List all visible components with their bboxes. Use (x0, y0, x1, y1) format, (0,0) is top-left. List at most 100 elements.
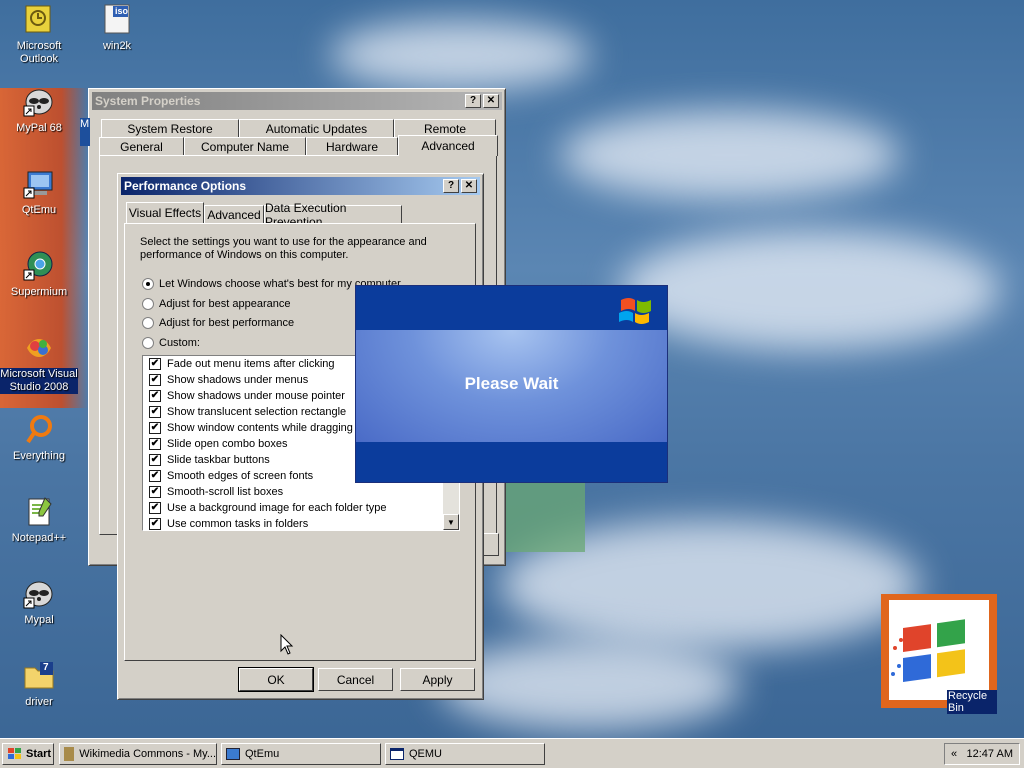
checkbox-checked-icon[interactable]: ✔ (149, 486, 161, 498)
computer-shortcut-icon (23, 168, 55, 200)
window-title: System Properties (95, 94, 201, 108)
checkbox-checked-icon[interactable]: ✔ (149, 502, 161, 514)
tab-hardware[interactable]: Hardware (306, 137, 398, 156)
close-button[interactable]: ✕ (483, 94, 499, 108)
checkbox-checked-icon[interactable]: ✔ (149, 454, 161, 466)
tab-system-restore[interactable]: System Restore (101, 119, 239, 138)
folder-icon: 7 (23, 660, 55, 692)
desktop-icon-mypal[interactable]: Mypal (0, 578, 78, 627)
effect-label: Smooth edges of screen fonts (167, 470, 314, 482)
cancel-button[interactable]: Cancel (318, 668, 393, 691)
desktop-icon-label: win2k (102, 40, 132, 52)
desktop-icon-label: QtEmu (21, 204, 57, 216)
desktop-icon-driver[interactable]: 7 driver (0, 660, 78, 709)
desktop-icon-outlook[interactable]: Microsoft Outlook (0, 4, 78, 66)
checkbox-checked-icon[interactable]: ✔ (149, 358, 161, 370)
raccoon-shortcut-icon (23, 578, 55, 610)
system-properties-titlebar[interactable]: System Properties ? ✕ (92, 92, 502, 110)
effect-label: Show shadows under mouse pointer (167, 390, 345, 402)
effect-label: Slide taskbar buttons (167, 454, 270, 466)
visual-studio-icon (23, 332, 55, 364)
effect-label: Use a background image for each folder t… (167, 502, 387, 514)
cloud (560, 110, 900, 200)
desktop-icon-label: Microsoft Visual Studio 2008 (0, 368, 78, 394)
taskbar-item-wikimedia[interactable]: Wikimedia Commons - My... (59, 743, 217, 765)
performance-options-titlebar[interactable]: Performance Options ? ✕ (121, 177, 480, 195)
windows-flag-icon (889, 600, 989, 700)
clock[interactable]: 12:47 AM (967, 748, 1013, 760)
tab-data-execution-prevention[interactable]: Data Execution Prevention (264, 201, 402, 229)
radio-indicator (142, 298, 154, 310)
recycle-bin-tile[interactable]: Recycle Bin (881, 594, 997, 714)
tab-visual-effects[interactable]: Visual Effects (126, 202, 204, 223)
desktop-icon-everything[interactable]: Everything (0, 414, 78, 463)
desktop-icon-label: driver (25, 696, 53, 708)
radio-indicator (142, 337, 154, 349)
effect-label: Show shadows under menus (167, 374, 309, 386)
effect-label: Use common tasks in folders (167, 518, 309, 530)
tab-advanced[interactable]: Advanced (204, 205, 264, 224)
close-button[interactable]: ✕ (461, 179, 477, 193)
desktop-icon-notepadpp[interactable]: Notepad++ (0, 496, 78, 545)
checkbox-checked-icon[interactable]: ✔ (149, 438, 161, 450)
checkbox-checked-icon[interactable]: ✔ (149, 422, 161, 434)
desktop-icon-label: Supermium (10, 286, 68, 298)
effect-label: Smooth-scroll list boxes (167, 486, 284, 498)
start-button[interactable]: Start (2, 743, 54, 765)
effect-label: Fade out menu items after clicking (167, 358, 335, 370)
tab-general[interactable]: General (99, 137, 184, 156)
tab-computer-name[interactable]: Computer Name (184, 137, 306, 156)
scroll-down-button[interactable]: ▼ (443, 514, 459, 530)
desktop-icon-supermium[interactable]: Supermium (0, 250, 78, 299)
checkbox-checked-icon[interactable]: ✔ (149, 470, 161, 482)
folder-badge: 7 (43, 662, 49, 673)
effect-label: Show window contents while dragging (167, 422, 353, 434)
tab-automatic-updates[interactable]: Automatic Updates (239, 119, 394, 138)
taskbar-item-qemu[interactable]: QEMU (385, 743, 545, 765)
desktop-icon-qtemu[interactable]: QtEmu (0, 168, 78, 217)
checkbox-checked-icon[interactable]: ✔ (149, 390, 161, 402)
help-button[interactable]: ? (465, 94, 481, 108)
tab-advanced[interactable]: Advanced (398, 135, 498, 156)
iso-file-icon: iso (101, 4, 133, 36)
radio-label: Adjust for best appearance (159, 298, 291, 310)
hidden-letter: M (80, 118, 90, 146)
desktop-icon-label: Microsoft Outlook (16, 40, 62, 65)
radio-best-appearance[interactable]: Adjust for best appearance (142, 298, 290, 310)
desktop-icon-label: MyPal 68 (16, 122, 62, 134)
notepad-icon (23, 496, 55, 528)
outlook-icon (23, 4, 55, 36)
effect-checkbox-row[interactable]: ✔ Use common tasks in folders (143, 516, 459, 530)
desktop-icon-mypal68[interactable]: MyPal 68 (0, 86, 78, 135)
desktop-icon-visual-studio[interactable]: Microsoft Visual Studio 2008 (0, 332, 78, 394)
desktop-icon-label: Mypal (24, 614, 54, 626)
browser-icon (64, 747, 75, 761)
radio-label: Adjust for best performance (159, 317, 295, 329)
radio-indicator (142, 278, 154, 290)
ok-button[interactable]: OK (238, 667, 314, 692)
raccoon-shortcut-icon (23, 86, 55, 118)
checkbox-checked-icon[interactable]: ✔ (149, 518, 161, 530)
green-block (505, 482, 585, 552)
checkbox-checked-icon[interactable]: ✔ (149, 374, 161, 386)
desktop-icon-win2k[interactable]: iso win2k (78, 4, 156, 53)
effect-label: Slide open combo boxes (167, 438, 288, 450)
windows-flag-icon (8, 748, 21, 759)
computer-icon (226, 748, 240, 760)
effect-checkbox-row[interactable]: ✔ Use a background image for each folder … (143, 500, 459, 516)
effect-checkbox-row[interactable]: ✔ Smooth-scroll list boxes (143, 484, 459, 500)
help-button[interactable]: ? (443, 179, 459, 193)
radio-best-performance[interactable]: Adjust for best performance (142, 317, 294, 329)
search-ring-icon (23, 414, 55, 446)
cloud (440, 640, 740, 730)
desktop-icon-label: Everything (13, 450, 65, 462)
checkbox-checked-icon[interactable]: ✔ (149, 406, 161, 418)
taskbar-item-label: QtEmu (245, 748, 280, 760)
radio-custom[interactable]: Custom: (142, 337, 200, 349)
apply-button[interactable]: Apply (400, 668, 475, 691)
taskbar-item-qtemu[interactable]: QtEmu (221, 743, 381, 765)
iso-badge: iso (115, 6, 129, 16)
show-hidden-icons-button[interactable]: « (951, 748, 957, 760)
system-tray: « 12:47 AM (944, 743, 1020, 765)
please-wait-text: Please Wait (464, 374, 559, 393)
